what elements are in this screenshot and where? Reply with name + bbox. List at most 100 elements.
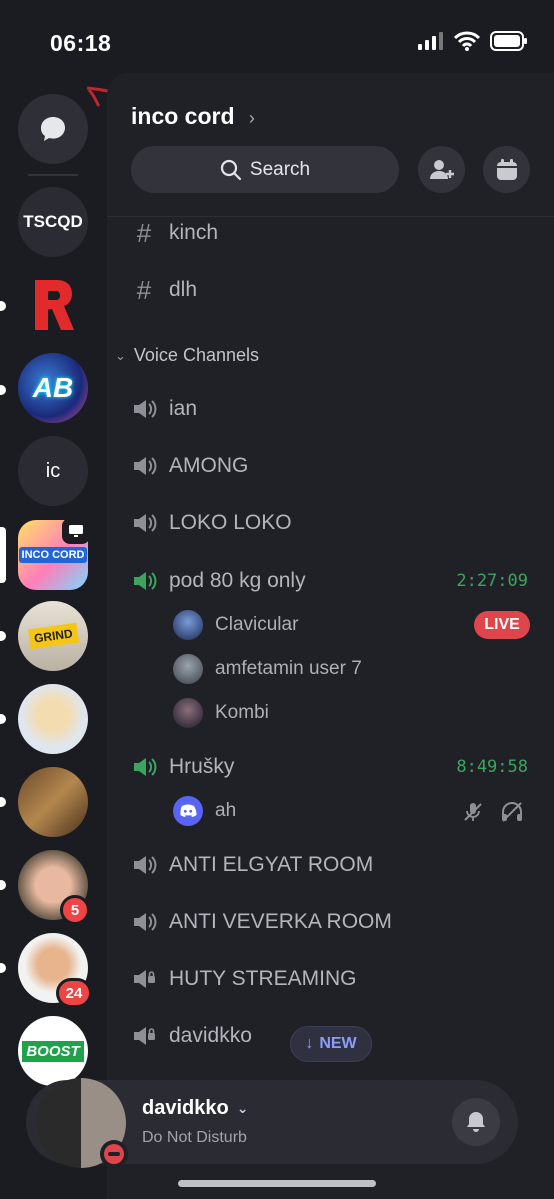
server-grind[interactable]: GRIND (18, 601, 88, 671)
call-timer: 2:27:09 (456, 571, 528, 591)
speaker-active-icon (134, 758, 157, 776)
channel-name: ANTI VEVERKA ROOM (169, 910, 392, 933)
header-divider (107, 216, 554, 217)
user-name: Clavicular (215, 614, 299, 635)
add-user-icon (429, 159, 454, 179)
chevron-right-icon: › (248, 108, 255, 128)
speaker-icon (134, 514, 157, 532)
server-header[interactable]: inco cord › (131, 103, 255, 130)
r-logo-icon (35, 280, 74, 330)
speaker-icon (134, 457, 157, 475)
home-indicator (178, 1180, 376, 1187)
calendar-icon (496, 158, 517, 180)
monitor-icon (69, 525, 83, 537)
avatar (173, 796, 203, 826)
server-label: INCO CORD (18, 547, 88, 563)
notifications-button[interactable] (452, 1098, 500, 1146)
voice-channel-ian[interactable]: ian (131, 396, 197, 422)
server-label: ic (45, 459, 61, 482)
channel-name: LOKO LOKO (169, 511, 292, 534)
new-messages-button[interactable]: ↓ NEW (290, 1026, 372, 1062)
dnd-status-icon (100, 1140, 128, 1168)
selected-server-indicator (0, 527, 6, 583)
voice-category[interactable]: ⌄ Voice Channels (115, 345, 259, 366)
events-button[interactable] (483, 146, 530, 193)
voice-channel-anti-elgyat-room[interactable]: ANTI ELGYAT ROOM (131, 852, 373, 878)
unread-badge: 24 (56, 978, 92, 1008)
hashtag-icon: # (136, 217, 152, 248)
server-label: BOOST (22, 1040, 84, 1062)
username-text: davidkko (142, 1097, 229, 1119)
battery-icon (490, 31, 527, 51)
direct-messages-button[interactable] (18, 94, 88, 164)
server-label: TSCQD (23, 212, 83, 231)
status-bar: 06:18 (0, 0, 554, 191)
channel-name: dlh (169, 278, 198, 301)
unread-badge: 5 (60, 895, 90, 925)
avatar (173, 610, 203, 640)
speaker-icon (134, 400, 157, 418)
sidebar-divider (28, 174, 78, 176)
speaker-icon (134, 856, 157, 874)
username[interactable]: davidkko ⌄ (142, 1097, 248, 1120)
chevron-down-icon: ⌄ (115, 347, 126, 363)
deafened-headphones-icon (502, 802, 522, 822)
channel-name: kinch (169, 221, 219, 244)
user-status: Do Not Disturb (142, 1129, 247, 1146)
channel-name: davidkko (169, 1024, 252, 1047)
user-name: amfetamin user 7 (215, 658, 362, 679)
server-tscqd[interactable]: TSCQD (18, 187, 88, 257)
speaker-active-icon (134, 572, 157, 590)
muted-mic-icon (464, 803, 482, 821)
speaker-locked-icon (134, 970, 155, 988)
voice-user-clavicular[interactable]: Clavicular (173, 610, 298, 640)
unread-indicator (0, 880, 6, 890)
voice-user-amfetamin[interactable]: amfetamin user 7 (173, 654, 362, 684)
voice-channel-hrusky[interactable]: Hrušky (131, 754, 234, 780)
new-label: NEW (319, 1035, 357, 1052)
chat-bubble-icon (41, 117, 65, 141)
channel-dlh[interactable]: # dlh (131, 274, 198, 305)
badge-count: 24 (65, 984, 83, 1002)
channel-panel: inco cord › Search # kinch # dlh ⌄ Voice… (107, 73, 554, 1199)
channel-name: ANTI ELGYAT ROOM (169, 853, 374, 876)
server-ab[interactable]: AB (18, 353, 88, 423)
unread-indicator (0, 797, 6, 807)
voice-channel-huty-streaming[interactable]: HUTY STREAMING (131, 966, 356, 992)
voice-channel-davidkko[interactable]: davidkko (131, 1023, 252, 1049)
server-painting[interactable] (18, 767, 88, 837)
speaker-locked-icon (134, 1027, 155, 1045)
unread-indicator (0, 385, 6, 395)
channel-name: pod 80 kg only (169, 569, 306, 592)
signal-icon (418, 32, 443, 50)
voice-user-ah[interactable]: ah (173, 796, 236, 826)
live-badge: LIVE (474, 611, 530, 639)
search-button[interactable]: Search (131, 146, 399, 193)
voice-channel-anti-veverka-room[interactable]: ANTI VEVERKA ROOM (131, 909, 392, 935)
invite-members-button[interactable] (418, 146, 465, 193)
channel-name: ian (169, 397, 198, 420)
voice-channel-among[interactable]: AMONG (131, 453, 248, 479)
hashtag-icon: # (136, 274, 152, 305)
arrow-down-icon: ↓ (305, 1035, 314, 1052)
clock: 06:18 (50, 30, 112, 56)
search-icon (220, 159, 241, 180)
unread-indicator (0, 963, 6, 973)
avatar (173, 698, 203, 728)
voice-user-kombi[interactable]: Kombi (173, 698, 269, 728)
server-sidebar: TSCQD AB ic INCO CORD GRIND 5 24 BOOST (0, 80, 107, 1199)
server-puppy[interactable] (18, 684, 88, 754)
server-name: inco cord (131, 103, 235, 129)
server-r[interactable] (18, 270, 88, 340)
screen-share-badge (62, 518, 90, 544)
server-label: AB (32, 372, 74, 403)
server-ic[interactable]: ic (18, 436, 88, 506)
voice-channel-pod-80-kg-only[interactable]: pod 80 kg only (131, 568, 306, 594)
voice-channel-loko-loko[interactable]: LOKO LOKO (131, 510, 292, 536)
discord-logo-icon (180, 804, 197, 817)
channel-kinch[interactable]: # kinch (131, 217, 219, 248)
server-boost[interactable]: BOOST (18, 1016, 88, 1086)
speaker-icon (134, 913, 157, 931)
channel-name: Hrušky (169, 755, 235, 778)
server-label: GRIND (27, 622, 79, 650)
